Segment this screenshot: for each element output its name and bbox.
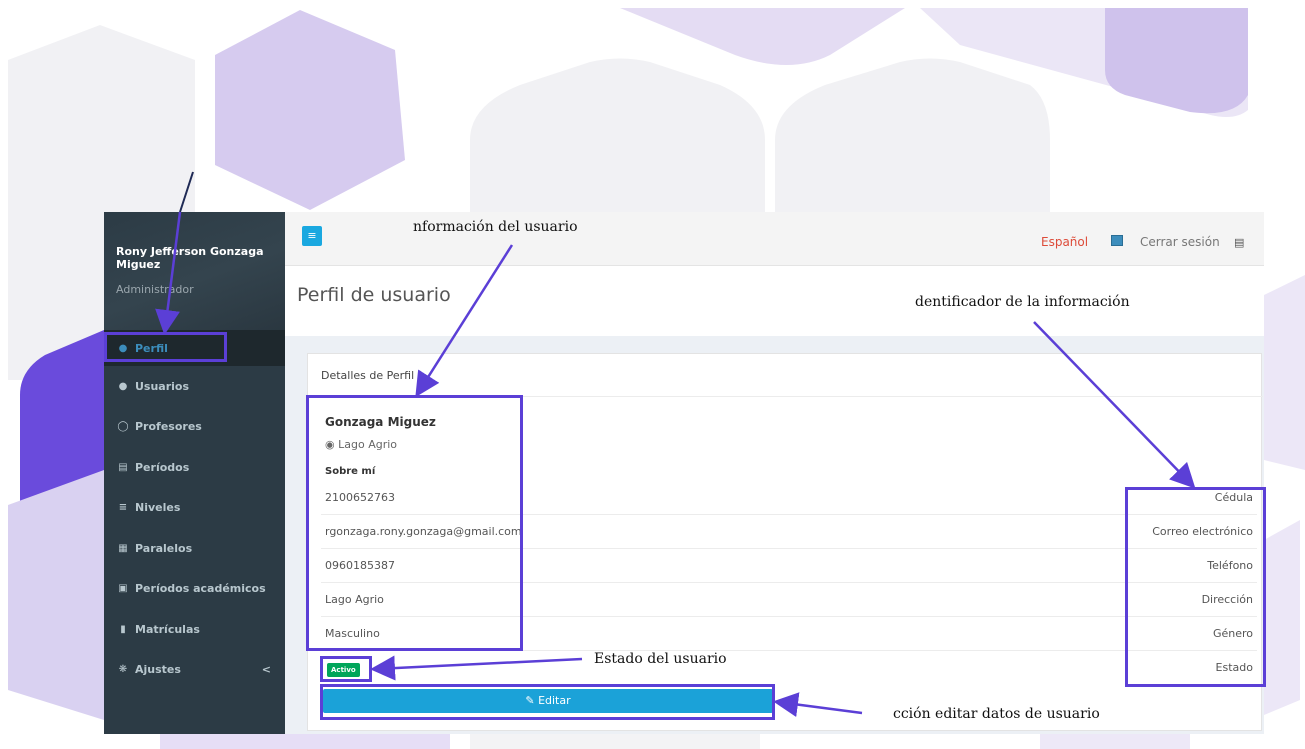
card-title: Detalles de Perfil	[321, 369, 415, 382]
book-icon: ▮	[120, 623, 126, 635]
annotation-box-identifiers	[1125, 487, 1266, 687]
chevron-left-icon: <	[261, 663, 271, 677]
annotation-user-status: Estado del usuario	[594, 651, 727, 667]
annotation-box-status	[320, 656, 372, 682]
sidebar-item-matriculas[interactable]: ▮ Matrículas	[104, 609, 285, 650]
user-circle-icon: ◯	[117, 421, 129, 433]
list-ol-icon: ≡	[118, 502, 128, 514]
sidebar-item-label: Profesores	[135, 420, 202, 434]
sidebar-user-name: Rony Jefferson Gonzaga Miguez	[116, 245, 264, 271]
language-flag-icon[interactable]	[1111, 235, 1123, 246]
annotation-box-user-info	[306, 395, 523, 651]
sidebar-item-niveles[interactable]: ≡ Niveles	[104, 488, 285, 529]
sidebar-item-label: Matrículas	[135, 622, 200, 636]
annotation-user-info: nformación del usuario	[413, 219, 578, 235]
sidebar-user-role: Administrador	[116, 283, 194, 296]
sidebar-item-label: Usuarios	[135, 379, 190, 393]
language-link[interactable]: Español	[1041, 235, 1088, 249]
page-title: Perfil de usuario	[297, 284, 451, 306]
cog-icon: ❋	[118, 664, 128, 676]
sidebar-item-label: Niveles	[135, 501, 181, 515]
document-stage: Rony Jefferson Gonzaga Miguez Administra…	[0, 0, 1305, 749]
table-row: Estado	[321, 651, 1257, 685]
annotation-box-edit	[320, 684, 775, 720]
users-icon: ●	[118, 380, 128, 392]
sidebar-item-profesores[interactable]: ◯ Profesores	[104, 407, 285, 448]
sidebar-item-ajustes[interactable]: ❋ Ajustes <	[104, 650, 285, 691]
annotation-info-identifier: dentificador de la información	[915, 294, 1130, 310]
logout-link[interactable]: Cerrar sesión	[1140, 235, 1220, 249]
card-header: Detalles de Perfil	[308, 354, 1263, 397]
th-list-icon: ▦	[118, 542, 128, 554]
sidebar-item-periodos[interactable]: ▤ Períodos	[104, 447, 285, 488]
sidebar: Rony Jefferson Gonzaga Miguez Administra…	[104, 212, 285, 734]
calendar-icon: ▣	[118, 583, 128, 595]
sidebar-item-usuarios[interactable]: ● Usuarios	[104, 366, 285, 407]
sidebar-menu: ● Perfil ● Usuarios ◯ Profesores ▤ Perío…	[104, 330, 285, 690]
user-panel: Rony Jefferson Gonzaga Miguez Administra…	[104, 212, 285, 330]
sidebar-item-periodos-academicos[interactable]: ▣ Períodos académicos	[104, 569, 285, 610]
menu-toggle-button[interactable]: ≡	[302, 226, 322, 246]
list-alt-icon: ▤	[118, 461, 128, 473]
annotation-edit-action: cción editar datos de usuario	[893, 706, 1100, 722]
sidebar-item-paralelos[interactable]: ▦ Paralelos	[104, 528, 285, 569]
sidebar-item-label: Paralelos	[135, 541, 193, 555]
sidebar-item-label: Períodos	[135, 460, 190, 474]
sign-out-icon[interactable]: ▤	[1234, 236, 1244, 249]
annotation-box-perfil	[104, 332, 227, 362]
sidebar-item-label: Ajustes	[135, 663, 181, 677]
sidebar-item-label: Períodos académicos	[135, 582, 266, 596]
